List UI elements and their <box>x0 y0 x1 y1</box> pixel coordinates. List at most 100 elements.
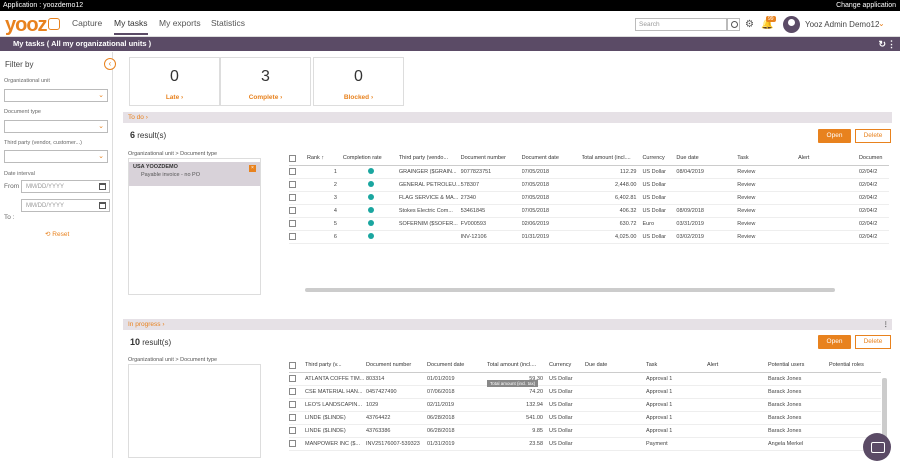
row-checkbox[interactable] <box>289 168 296 175</box>
todo-horizontal-scrollbar[interactable] <box>305 288 835 292</box>
col-rank[interactable]: Rank ↑ <box>306 152 343 166</box>
doc-type-select[interactable]: ⌄ <box>4 120 108 133</box>
col-third-party[interactable]: Third party (v... <box>305 359 366 373</box>
select-all-checkbox-cell[interactable] <box>289 359 305 373</box>
row-checkbox-cell[interactable] <box>289 385 305 399</box>
select-all-checkbox[interactable] <box>289 154 296 162</box>
row-checkbox[interactable] <box>289 440 296 447</box>
row-checkbox[interactable] <box>289 207 296 214</box>
row-checkbox[interactable] <box>289 375 296 382</box>
nav-statistics[interactable]: Statistics <box>211 18 245 28</box>
calendar-icon[interactable] <box>99 183 106 190</box>
row-checkbox-cell[interactable] <box>289 372 305 386</box>
row-checkbox[interactable] <box>289 233 296 240</box>
todo-delete-button[interactable]: Delete <box>855 129 891 143</box>
row-checkbox-cell[interactable] <box>289 424 305 438</box>
user-name[interactable]: Yooz Admin Demo12 <box>805 20 879 29</box>
table-row[interactable]: LINDE ($LINDE) 43764422 06/28/2018 541.00 US… <box>289 411 881 425</box>
collapse-sidebar-icon[interactable]: ‹ <box>104 58 116 70</box>
kpi-late[interactable]: 0 Late › <box>129 57 220 106</box>
inprogress-open-button[interactable]: Open <box>818 335 851 349</box>
kpi-complete[interactable]: 3 Complete › <box>220 57 311 106</box>
row-checkbox-cell[interactable] <box>289 230 307 244</box>
table-row[interactable]: ATLANTA COFFE TIM... 803314 01/01/2019 59.3… <box>289 372 881 386</box>
application-bar: Application : yoozdemo12 Change applicat… <box>0 0 900 11</box>
table-row[interactable]: LEO'S LANDSCAPIN... 1029 02/11/2019 132.94 U… <box>289 398 881 412</box>
col-potential-users[interactable]: Potential users <box>768 359 829 373</box>
refresh-icon[interactable]: ↻ <box>878 37 886 51</box>
row-checkbox-cell[interactable] <box>289 165 307 179</box>
row-checkbox-cell[interactable] <box>289 437 305 451</box>
todo-open-button[interactable]: Open <box>818 129 851 143</box>
third-party-select[interactable]: ⌄ <box>4 150 108 163</box>
nav-capture[interactable]: Capture <box>72 18 102 28</box>
more-vertical-icon[interactable]: ⋮ <box>883 319 890 330</box>
table-row[interactable]: 3 FLAG SERVICE & MA... 27340 07/05/2018 6,40… <box>289 191 889 205</box>
ou-list-item[interactable]: USA YOOZDEMO Payable invoice - no PO × <box>129 162 260 186</box>
row-checkbox[interactable] <box>289 427 296 434</box>
col-doc-number[interactable]: Document number <box>366 359 427 373</box>
row-checkbox[interactable] <box>289 414 296 421</box>
inprogress-delete-button[interactable]: Delete <box>855 335 891 349</box>
org-unit-select[interactable]: ⌄ <box>4 89 108 102</box>
row-checkbox[interactable] <box>289 388 296 395</box>
calendar-icon[interactable] <box>99 202 106 209</box>
yooz-logo[interactable]: yooz <box>5 14 48 37</box>
col-due-date[interactable]: Due date <box>585 359 646 373</box>
col-currency[interactable]: Currency <box>642 152 677 166</box>
row-checkbox-cell[interactable] <box>289 204 307 218</box>
col-alert[interactable]: Alert <box>798 152 859 166</box>
table-row[interactable]: 6 INV-12106 01/31/2019 4,025.00 US Dollar 03/… <box>289 230 889 244</box>
row-checkbox-cell[interactable] <box>289 398 305 412</box>
reset-button[interactable]: ⟲ Reset <box>45 230 69 238</box>
gear-icon[interactable]: ⚙ <box>745 19 754 30</box>
col-alert[interactable]: Alert <box>707 359 768 373</box>
col-currency[interactable]: Currency <box>549 359 585 373</box>
chevron-down-icon[interactable]: ⌄ <box>878 19 885 28</box>
kpi-blocked[interactable]: 0 Blocked › <box>313 57 404 106</box>
col-doc-date[interactable]: Document date <box>521 152 582 166</box>
row-checkbox[interactable] <box>289 401 296 408</box>
table-row[interactable]: 2 GENERAL PETROLEU... 578307 07/05/2018 2,44… <box>289 178 889 192</box>
col-task[interactable]: Task <box>737 152 799 166</box>
inprogress-section-header[interactable]: In progress › ⋮ <box>123 319 892 330</box>
col-completion[interactable]: Completion rate <box>342 152 399 166</box>
col-doc-date[interactable]: Document date <box>427 359 487 373</box>
row-checkbox-cell[interactable] <box>289 178 307 192</box>
select-all-checkbox-cell[interactable] <box>289 152 307 166</box>
table-row[interactable]: 4 Stokes Electric Com... 53461845 07/05/201… <box>289 204 889 218</box>
row-checkbox[interactable] <box>289 194 296 201</box>
date-to-input[interactable]: MM/DD/YYYY <box>21 199 110 212</box>
table-row[interactable]: LINDE ($LINDE) 43763386 06/28/2018 9.85 US D… <box>289 424 881 438</box>
row-checkbox-cell[interactable] <box>289 217 307 231</box>
col-document[interactable]: Documen <box>858 152 889 166</box>
col-total[interactable]: Total amount (incl.... <box>487 359 549 373</box>
col-potential-roles[interactable]: Potential roles <box>829 359 881 373</box>
col-due-date[interactable]: Due date <box>676 152 738 166</box>
select-all-checkbox[interactable] <box>289 361 296 369</box>
nav-my-exports[interactable]: My exports <box>159 18 201 28</box>
more-vertical-icon[interactable]: ⋮ <box>887 37 896 51</box>
close-icon[interactable]: × <box>249 165 256 172</box>
row-checkbox[interactable] <box>289 220 296 227</box>
table-row[interactable]: 1 GRAINGER ($GRAIN... 9077823751 07/05/2018… <box>289 165 889 179</box>
search-input[interactable]: Search <box>635 18 727 31</box>
table-row[interactable]: CSE MATERIAL HAN... 0457427490 07/06/2018 7… <box>289 385 881 399</box>
row-checkbox[interactable] <box>289 181 296 188</box>
row-checkbox-cell[interactable] <box>289 411 305 425</box>
avatar[interactable] <box>783 16 800 33</box>
table-row[interactable]: MANPOWER INC ($... INV25176007-539323 01/3… <box>289 437 881 451</box>
col-doc-number[interactable]: Document number <box>460 152 522 166</box>
change-application-link[interactable]: Change application <box>836 0 896 11</box>
col-task[interactable]: Task <box>646 359 707 373</box>
todo-section-header[interactable]: To do › <box>123 112 892 123</box>
nav-my-tasks[interactable]: My tasks <box>114 18 148 35</box>
table-row[interactable]: 5 SOFERNIM ($SOFER... FV000593 02/06/2019 63… <box>289 217 889 231</box>
search-icon[interactable] <box>727 18 740 31</box>
col-third-party[interactable]: Third party (vendo... <box>398 152 461 166</box>
row-checkbox-cell[interactable] <box>289 191 307 205</box>
chat-icon[interactable] <box>863 433 891 461</box>
col-total[interactable]: Total amount (incl.... <box>581 152 643 166</box>
date-from-input[interactable]: MM/DD/YYYY <box>21 180 110 193</box>
doc-date-cell: 02/06/2019 <box>521 217 582 231</box>
